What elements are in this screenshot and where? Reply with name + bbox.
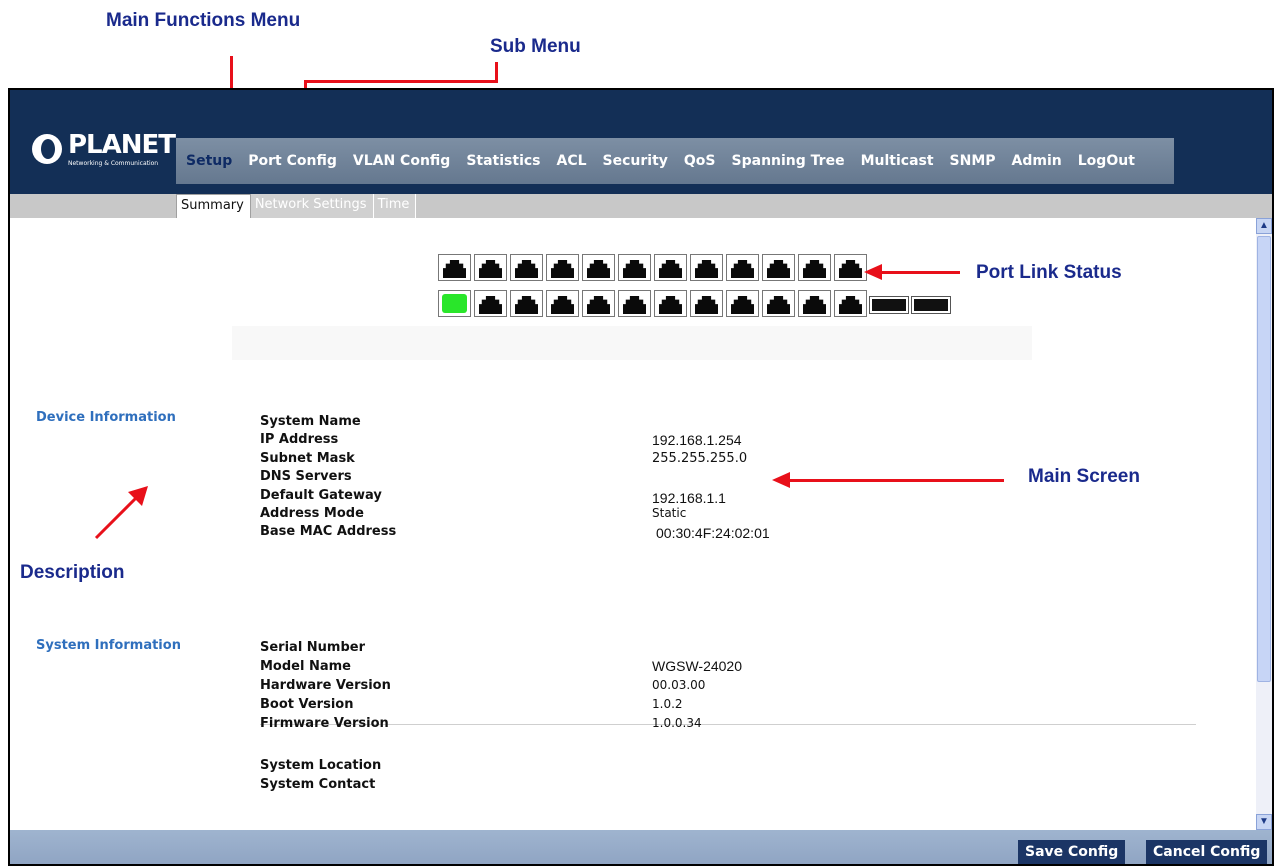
save-config-button[interactable]: Save Config — [1018, 840, 1126, 864]
port-icon[interactable] — [834, 290, 867, 317]
logo-name: PLANET — [68, 130, 176, 160]
base-mac-address-value: 00:30:4F:24:02:01 — [656, 525, 770, 541]
annotation-port-link-status: Port Link Status — [976, 262, 1122, 283]
boot-version-value: 1.0.2 — [652, 697, 683, 711]
serial-number-label: Serial Number — [260, 640, 366, 655]
port-icon[interactable] — [654, 290, 687, 317]
scrollbar-thumb[interactable] — [1257, 236, 1271, 682]
scroll-up-icon[interactable]: ▲ — [1256, 218, 1272, 234]
cancel-config-button[interactable]: Cancel Config — [1146, 840, 1268, 864]
port-icon[interactable] — [834, 254, 867, 281]
device-information-title: Device Information — [36, 410, 176, 425]
firmware-version-label: Firmware Version — [260, 716, 389, 731]
system-information-title: System Information — [36, 638, 181, 653]
model-name-value: WGSW-24020 — [652, 658, 742, 674]
ip-address-value: 192.168.1.254 — [652, 432, 742, 448]
menu-snmp[interactable]: SNMP — [950, 153, 996, 169]
menu-qos[interactable]: QoS — [684, 153, 716, 169]
port-icon[interactable] — [510, 254, 543, 281]
port-icon[interactable] — [474, 254, 507, 281]
address-mode-label: Address Mode — [260, 506, 364, 521]
model-name-label: Model Name — [260, 659, 351, 674]
port-icon[interactable] — [474, 290, 507, 317]
port-row-bottom — [438, 290, 954, 317]
menu-setup[interactable]: Setup — [186, 153, 232, 169]
port-icon[interactable] — [798, 254, 831, 281]
description-arrow — [94, 486, 148, 540]
port-panel-background — [232, 326, 1032, 360]
annotation-sub-menu: Sub Menu — [490, 36, 581, 57]
sub-menu-arrow-shaft-b — [304, 80, 498, 83]
firmware-version-value: 1.0.0.34 — [652, 716, 702, 730]
system-location-label: System Location — [260, 758, 382, 773]
vertical-scrollbar[interactable]: ▲ ▼ — [1256, 218, 1272, 830]
sfp-port-icon[interactable] — [869, 296, 909, 314]
default-gateway-label: Default Gateway — [260, 488, 382, 503]
main-screen-arrow-shaft — [790, 479, 1004, 482]
port-icon[interactable] — [690, 254, 723, 281]
section-divider — [260, 724, 1196, 725]
port-icon[interactable] — [726, 254, 759, 281]
annotation-main-screen: Main Screen — [1028, 466, 1140, 487]
port-icon[interactable] — [762, 254, 795, 281]
sub-menu: Summary Network Settings Time — [176, 194, 417, 220]
menu-security[interactable]: Security — [603, 153, 668, 169]
base-mac-address-label: Base MAC Address — [260, 524, 397, 539]
ip-address-label: IP Address — [260, 432, 339, 447]
menu-acl[interactable]: ACL — [557, 153, 587, 169]
port-icon[interactable] — [510, 290, 543, 317]
default-gateway-value: 192.168.1.1 — [652, 490, 726, 506]
scroll-down-icon[interactable]: ▼ — [1256, 814, 1272, 830]
port-icon[interactable] — [618, 254, 651, 281]
sfp-port-icon[interactable] — [911, 296, 951, 314]
port-icon[interactable] — [438, 254, 471, 281]
port-icon[interactable] — [618, 290, 651, 317]
footer-bar: Save Config Cancel Config — [10, 830, 1272, 864]
system-name-label: System Name — [260, 414, 361, 429]
dns-servers-label: DNS Servers — [260, 469, 352, 484]
port-icon[interactable] — [798, 290, 831, 317]
port-icon[interactable] — [582, 254, 615, 281]
port-icon[interactable] — [726, 290, 759, 317]
main-functions-menu: Setup Port Config VLAN Config Statistics… — [176, 138, 1174, 184]
port-icon[interactable] — [546, 290, 579, 317]
subnet-mask-value: 255.255.255.0 — [652, 451, 748, 466]
menu-vlan-config[interactable]: VLAN Config — [353, 153, 450, 169]
main-screen: Device Information System Name IP Addres… — [10, 218, 1256, 830]
port-link-up-icon[interactable] — [438, 290, 471, 317]
port-icon[interactable] — [654, 254, 687, 281]
hardware-version-value: 00.03.00 — [652, 678, 706, 692]
menu-admin[interactable]: Admin — [1012, 153, 1062, 169]
submenu-network-settings[interactable]: Network Settings — [250, 194, 374, 218]
header-bar: PLANET Networking & Communication Setup … — [10, 90, 1272, 194]
menu-port-config[interactable]: Port Config — [248, 153, 337, 169]
port-icon[interactable] — [690, 290, 723, 317]
subnet-mask-label: Subnet Mask — [260, 451, 355, 466]
port-link-arrow-shaft — [882, 271, 960, 274]
annotation-main-functions-menu: Main Functions Menu — [106, 10, 301, 31]
address-mode-value: Static — [652, 506, 687, 520]
port-link-arrow-head — [864, 264, 882, 280]
submenu-summary[interactable]: Summary — [176, 194, 251, 220]
system-contact-label: System Contact — [260, 777, 376, 792]
sub-menu-arrow-shaft-a — [495, 62, 498, 82]
port-icon[interactable] — [546, 254, 579, 281]
menu-multicast[interactable]: Multicast — [861, 153, 934, 169]
port-icon[interactable] — [582, 290, 615, 317]
port-row-top — [438, 254, 870, 281]
port-icon[interactable] — [762, 290, 795, 317]
menu-statistics[interactable]: Statistics — [466, 153, 540, 169]
submenu-time[interactable]: Time — [373, 194, 417, 218]
planet-logo-icon — [32, 134, 62, 164]
logo-tagline: Networking & Communication — [68, 160, 159, 167]
main-screen-arrow-head — [772, 472, 790, 488]
annotation-description: Description — [20, 562, 125, 583]
hardware-version-label: Hardware Version — [260, 678, 391, 693]
boot-version-label: Boot Version — [260, 697, 354, 712]
sub-menu-bar: Summary Network Settings Time — [10, 194, 1272, 220]
menu-logout[interactable]: LogOut — [1078, 153, 1135, 169]
menu-spanning-tree[interactable]: Spanning Tree — [732, 153, 845, 169]
